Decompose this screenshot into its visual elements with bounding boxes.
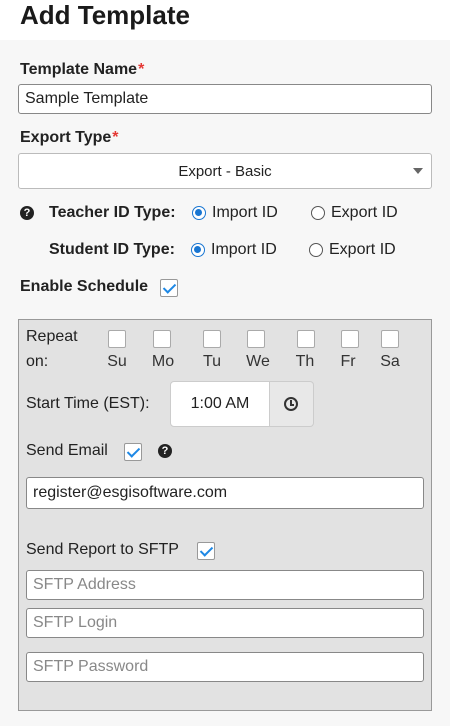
question-circle-icon[interactable]: ? <box>158 444 172 458</box>
day-checkbox-th[interactable] <box>297 330 315 348</box>
day-label-th: Th <box>295 353 315 370</box>
header: Add Template <box>0 0 450 40</box>
question-circle-icon[interactable]: ? <box>20 206 34 220</box>
template-name-label: Template Name* <box>20 61 144 79</box>
template-name-label-text: Template Name <box>20 61 138 78</box>
caret-down-icon <box>413 168 423 174</box>
sftp-password-input[interactable]: SFTP Password <box>26 652 424 682</box>
sftp-login-placeholder: SFTP Login <box>33 614 118 631</box>
student-id-import-label[interactable]: Import ID <box>211 241 277 259</box>
send-email-checkbox[interactable] <box>124 443 142 461</box>
schedule-panel: Repeat on: Su Mo Tu We Th Fr Sa Start Ti… <box>18 319 432 711</box>
clock-button[interactable] <box>270 381 314 427</box>
day-label-we: We <box>246 353 270 370</box>
start-time-label: Start Time (EST): <box>26 395 150 412</box>
day-checkbox-we[interactable] <box>247 330 265 348</box>
send-sftp-checkbox[interactable] <box>197 542 215 560</box>
export-type-select[interactable]: Export - Basic <box>18 153 432 189</box>
day-label-su: Su <box>107 353 127 370</box>
day-checkbox-fr[interactable] <box>341 330 359 348</box>
teacher-id-type-label: Teacher ID Type: <box>49 204 176 221</box>
sftp-address-input[interactable]: SFTP Address <box>26 570 424 600</box>
export-type-label: Export Type* <box>20 129 119 147</box>
required-mark: * <box>138 61 145 78</box>
export-type-selected: Export - Basic <box>178 162 272 180</box>
enable-schedule-label: Enable Schedule <box>20 278 149 295</box>
teacher-id-export-label[interactable]: Export ID <box>331 204 398 222</box>
sftp-login-input[interactable]: SFTP Login <box>26 608 424 638</box>
student-id-type-label: Student ID Type: <box>49 241 175 258</box>
student-id-export-radio[interactable] <box>309 243 323 257</box>
day-checkbox-tu[interactable] <box>203 330 221 348</box>
email-value: register@esgisoftware.com <box>33 484 228 501</box>
day-checkbox-sa[interactable] <box>381 330 399 348</box>
day-label-sa: Sa <box>380 353 400 370</box>
student-id-import-radio[interactable] <box>191 243 205 257</box>
teacher-id-import-label[interactable]: Import ID <box>212 204 278 222</box>
start-time-value: 1:00 AM <box>190 395 250 412</box>
teacher-id-export-radio[interactable] <box>311 206 325 220</box>
student-id-export-label[interactable]: Export ID <box>329 241 396 259</box>
clock-icon <box>284 397 298 411</box>
day-label-tu: Tu <box>202 353 222 370</box>
export-type-label-text: Export Type <box>20 129 112 146</box>
repeat-on-label: on: <box>26 353 49 370</box>
sftp-password-placeholder: SFTP Password <box>33 658 149 675</box>
day-label-fr: Fr <box>340 353 356 370</box>
template-name-input[interactable]: Sample Template <box>18 84 432 114</box>
enable-schedule-checkbox[interactable] <box>160 279 178 297</box>
start-time-input[interactable]: 1:00 AM <box>170 381 270 427</box>
send-sftp-label: Send Report to SFTP <box>26 541 179 558</box>
template-name-value: Sample Template <box>25 90 149 107</box>
day-label-mo: Mo <box>151 353 175 370</box>
repeat-label: Repeat <box>26 328 78 345</box>
email-input[interactable]: register@esgisoftware.com <box>26 477 424 509</box>
day-checkbox-mo[interactable] <box>153 330 171 348</box>
send-email-label: Send Email <box>26 442 108 459</box>
required-mark: * <box>112 129 119 146</box>
teacher-id-import-radio[interactable] <box>192 206 206 220</box>
sftp-address-placeholder: SFTP Address <box>33 576 136 593</box>
day-checkbox-su[interactable] <box>108 330 126 348</box>
page-title: Add Template <box>20 0 190 30</box>
